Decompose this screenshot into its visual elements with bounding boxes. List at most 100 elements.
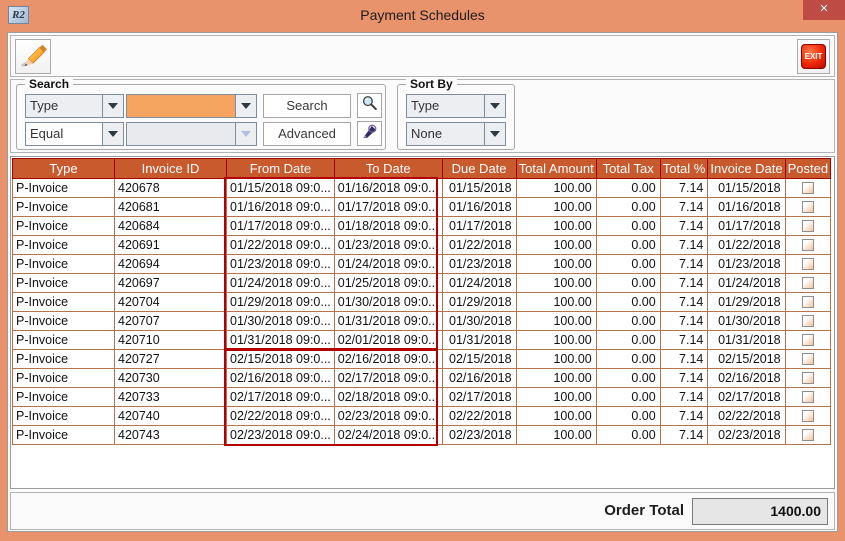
cell-type[interactable]: P-Invoice xyxy=(12,387,115,407)
cell-invoice_date[interactable]: 01/31/2018 xyxy=(707,330,786,350)
sort-primary-dropdown[interactable]: Type xyxy=(406,94,506,118)
cell-type[interactable]: P-Invoice xyxy=(12,216,115,236)
cell-total_pct[interactable]: 7.14 xyxy=(660,235,709,255)
cell-total_pct[interactable]: 7.14 xyxy=(660,197,709,217)
cell-invoice_date[interactable]: 01/17/2018 xyxy=(707,216,786,236)
cell-invoice_date[interactable]: 02/23/2018 xyxy=(707,425,786,445)
cell-total_amount[interactable]: 100.00 xyxy=(516,425,597,445)
table-row[interactable]: P-Invoice 420694 01/23/2018 09:0... 01/24/2… xyxy=(12,254,832,274)
cell-type[interactable]: P-Invoice xyxy=(12,368,115,388)
cell-invoice_id[interactable]: 420691 xyxy=(114,235,227,255)
cell-total_tax[interactable]: 0.00 xyxy=(596,216,661,236)
cell-total_amount[interactable]: 100.00 xyxy=(516,368,597,388)
cell-from_date[interactable]: 02/16/2018 09:0... xyxy=(226,368,335,388)
cell-invoice_date[interactable]: 02/17/2018 xyxy=(707,387,786,407)
cell-from_date[interactable]: 01/29/2018 09:0... xyxy=(226,292,335,312)
cell-posted[interactable] xyxy=(785,178,832,198)
search-field-dropdown[interactable]: Type xyxy=(25,94,124,118)
cell-total_pct[interactable]: 7.14 xyxy=(660,311,709,331)
cell-to_date[interactable]: 02/23/2018 09:0... xyxy=(334,406,443,426)
cell-invoice_id[interactable]: 420710 xyxy=(114,330,227,350)
cell-invoice_date[interactable]: 02/15/2018 xyxy=(707,349,786,369)
cell-total_tax[interactable]: 0.00 xyxy=(596,368,661,388)
cell-total_amount[interactable]: 100.00 xyxy=(516,254,597,274)
cell-due_date[interactable]: 01/17/2018 xyxy=(442,216,517,236)
posted-checkbox[interactable] xyxy=(801,371,814,384)
cell-type[interactable]: P-Invoice xyxy=(12,178,115,198)
table-row[interactable]: P-Invoice 420704 01/29/2018 09:0... 01/30/2… xyxy=(12,292,832,312)
cell-total_tax[interactable]: 0.00 xyxy=(596,311,661,331)
cell-total_tax[interactable]: 0.00 xyxy=(596,292,661,312)
cell-posted[interactable] xyxy=(785,235,832,255)
posted-checkbox[interactable] xyxy=(801,257,814,270)
cell-type[interactable]: P-Invoice xyxy=(12,292,115,312)
cell-type[interactable]: P-Invoice xyxy=(12,311,115,331)
cell-total_pct[interactable]: 7.14 xyxy=(660,406,709,426)
table-row[interactable]: P-Invoice 420743 02/23/2018 09:0... 02/24/2… xyxy=(12,425,832,445)
cell-from_date[interactable]: 01/15/2018 09:0... xyxy=(226,178,335,198)
edit-button[interactable] xyxy=(15,39,51,74)
cell-due_date[interactable]: 02/22/2018 xyxy=(442,406,517,426)
quick-search-button[interactable] xyxy=(357,93,382,118)
cell-due_date[interactable]: 01/22/2018 xyxy=(442,235,517,255)
cell-invoice_date[interactable]: 02/22/2018 xyxy=(707,406,786,426)
cell-total_amount[interactable]: 100.00 xyxy=(516,235,597,255)
cell-total_pct[interactable]: 7.14 xyxy=(660,368,709,388)
sort-secondary-dropdown[interactable]: None xyxy=(406,122,506,146)
cell-posted[interactable] xyxy=(785,425,832,445)
cell-total_pct[interactable]: 7.14 xyxy=(660,425,709,445)
cell-total_amount[interactable]: 100.00 xyxy=(516,292,597,312)
cell-from_date[interactable]: 02/22/2018 09:0... xyxy=(226,406,335,426)
table-row[interactable]: P-Invoice 420691 01/22/2018 09:0... 01/23/2… xyxy=(12,235,832,255)
chevron-down-icon[interactable] xyxy=(102,95,123,117)
cell-due_date[interactable]: 02/16/2018 xyxy=(442,368,517,388)
cell-type[interactable]: P-Invoice xyxy=(12,273,115,293)
cell-due_date[interactable]: 01/30/2018 xyxy=(442,311,517,331)
close-button[interactable]: ✕ xyxy=(803,0,845,20)
cell-invoice_id[interactable]: 420678 xyxy=(114,178,227,198)
cell-due_date[interactable]: 02/15/2018 xyxy=(442,349,517,369)
cell-from_date[interactable]: 01/17/2018 09:0... xyxy=(226,216,335,236)
cell-total_amount[interactable]: 100.00 xyxy=(516,311,597,331)
cell-type[interactable]: P-Invoice xyxy=(12,406,115,426)
cell-due_date[interactable]: 01/15/2018 xyxy=(442,178,517,198)
cell-invoice_id[interactable]: 420733 xyxy=(114,387,227,407)
cell-posted[interactable] xyxy=(785,406,832,426)
table-row[interactable]: P-Invoice 420733 02/17/2018 09:0... 02/18/2… xyxy=(12,387,832,407)
column-header-due_date[interactable]: Due Date xyxy=(441,158,517,179)
cell-total_amount[interactable]: 100.00 xyxy=(516,216,597,236)
cell-total_tax[interactable]: 0.00 xyxy=(596,273,661,293)
cell-total_amount[interactable]: 100.00 xyxy=(516,349,597,369)
cell-due_date[interactable]: 01/24/2018 xyxy=(442,273,517,293)
cell-to_date[interactable]: 02/18/2018 09:0... xyxy=(334,387,443,407)
cell-invoice_id[interactable]: 420697 xyxy=(114,273,227,293)
cell-type[interactable]: P-Invoice xyxy=(12,235,115,255)
cell-to_date[interactable]: 02/16/2018 09:0... xyxy=(334,349,443,369)
table-row[interactable]: P-Invoice 420727 02/15/2018 09:0... 02/16/2… xyxy=(12,349,832,369)
column-header-from_date[interactable]: From Date xyxy=(226,158,335,179)
exit-button[interactable]: EXIT xyxy=(797,39,830,74)
column-header-total_tax[interactable]: Total Tax xyxy=(595,158,661,179)
cell-due_date[interactable]: 01/29/2018 xyxy=(442,292,517,312)
cell-invoice_date[interactable]: 01/24/2018 xyxy=(707,273,786,293)
cell-to_date[interactable]: 02/17/2018 09:0... xyxy=(334,368,443,388)
cell-total_amount[interactable]: 100.00 xyxy=(516,178,597,198)
posted-checkbox[interactable] xyxy=(801,409,814,422)
cell-invoice_id[interactable]: 420704 xyxy=(114,292,227,312)
column-header-invoice_id[interactable]: Invoice ID xyxy=(114,158,227,179)
cell-to_date[interactable]: 02/01/2018 09:0... xyxy=(334,330,443,350)
cell-total_tax[interactable]: 0.00 xyxy=(596,197,661,217)
posted-checkbox[interactable] xyxy=(801,352,814,365)
cell-invoice_date[interactable]: 01/16/2018 xyxy=(707,197,786,217)
cell-to_date[interactable]: 02/24/2018 09:0... xyxy=(334,425,443,445)
cell-to_date[interactable]: 01/31/2018 09:0... xyxy=(334,311,443,331)
column-header-total_amount[interactable]: Total Amount xyxy=(515,158,597,179)
search-button[interactable]: Search xyxy=(263,94,351,118)
cell-invoice_id[interactable]: 420684 xyxy=(114,216,227,236)
cell-posted[interactable] xyxy=(785,368,832,388)
cell-invoice_id[interactable]: 420743 xyxy=(114,425,227,445)
cell-invoice_date[interactable]: 01/30/2018 xyxy=(707,311,786,331)
table-row[interactable]: P-Invoice 420678 01/15/2018 09:0... 01/16/2… xyxy=(12,178,832,198)
cell-type[interactable]: P-Invoice xyxy=(12,197,115,217)
cell-to_date[interactable]: 01/30/2018 09:0... xyxy=(334,292,443,312)
